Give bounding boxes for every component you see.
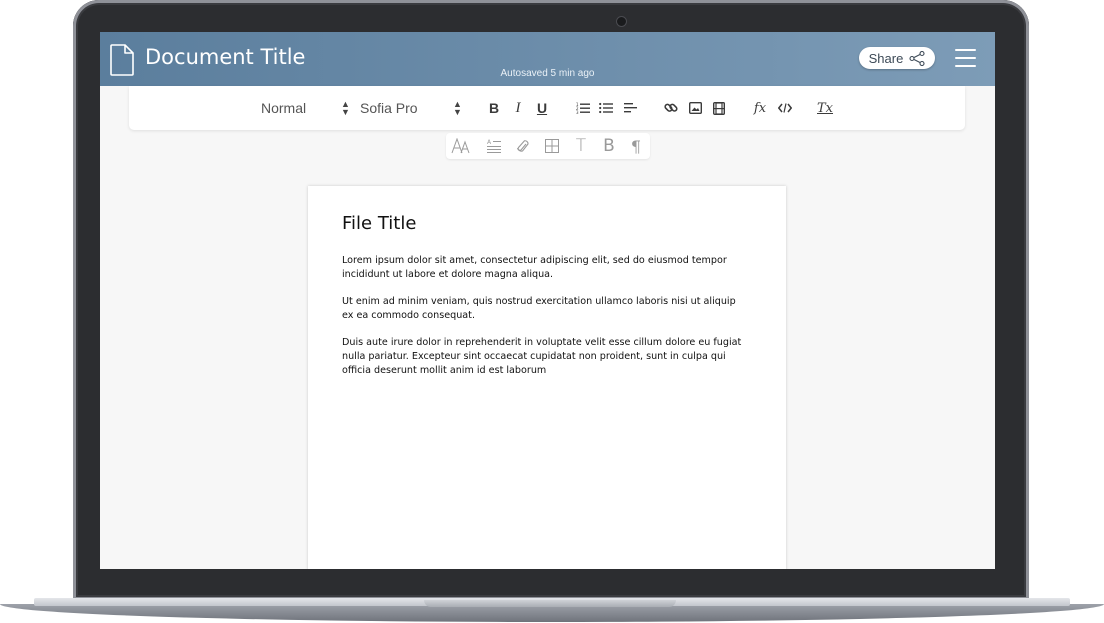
bold-icon[interactable]: B <box>599 136 619 156</box>
share-button[interactable]: Share <box>859 47 935 69</box>
secondary-toolbar: A T B ¶ <box>446 133 650 159</box>
bullet-list-icon[interactable] <box>598 99 614 117</box>
share-label: Share <box>868 50 904 66</box>
underline-button[interactable]: U <box>534 99 550 117</box>
share-icon <box>909 50 925 66</box>
app-header: Document Title Autosaved 5 min ago Share <box>100 32 995 86</box>
camera <box>616 16 627 27</box>
menu-line <box>955 57 976 59</box>
ordered-list-icon[interactable]: 123 <box>575 99 591 117</box>
autosave-status: Autosaved 5 min ago <box>500 68 595 79</box>
italic-button[interactable]: I <box>510 99 526 117</box>
paragraph-icon[interactable]: ¶ <box>626 137 646 156</box>
select-arrows-icon: ▲ ▼ <box>453 99 462 117</box>
style-select[interactable]: Normal ▲ ▼ <box>261 99 361 117</box>
attachment-icon[interactable] <box>513 137 533 155</box>
hamburger-icon[interactable] <box>955 49 976 67</box>
bold-button[interactable]: B <box>486 99 502 117</box>
font-icon[interactable] <box>451 137 471 155</box>
menu-line <box>955 65 976 67</box>
laptop-base-notch <box>424 600 676 607</box>
clear-format-icon[interactable]: Tx <box>817 99 833 117</box>
screen: Document Title Autosaved 5 min ago Share… <box>100 32 995 569</box>
paragraph[interactable]: Duis aute irure dolor in reprehenderit i… <box>342 336 747 378</box>
font-select-value: Sofia Pro <box>360 100 418 116</box>
style-select-value: Normal <box>261 100 307 116</box>
svg-text:3: 3 <box>576 110 579 114</box>
link-icon[interactable] <box>663 99 679 117</box>
document-icon <box>110 44 134 76</box>
image-icon[interactable] <box>687 99 703 117</box>
text-style-icon[interactable]: A <box>484 137 504 155</box>
file-title[interactable]: File Title <box>342 213 416 234</box>
svg-text:A: A <box>487 139 492 146</box>
paragraph[interactable]: Lorem ipsum dolor sit amet, consectetur … <box>342 254 747 282</box>
code-icon[interactable] <box>777 99 793 117</box>
menu-line <box>955 49 976 51</box>
table-icon[interactable] <box>542 137 562 155</box>
align-left-icon[interactable] <box>622 99 638 117</box>
video-icon[interactable] <box>711 99 727 117</box>
formula-icon[interactable]: fx <box>752 99 768 117</box>
formatting-toolbar: Normal ▲ ▼ Sofia Pro ▲ ▼ B I U 123 fx Tx <box>129 86 965 130</box>
document-title[interactable]: Document Title <box>145 45 305 69</box>
font-select[interactable]: Sofia Pro ▲ ▼ <box>360 99 468 117</box>
text-icon[interactable]: T <box>571 136 591 156</box>
select-arrows-icon: ▲ ▼ <box>341 99 350 117</box>
laptop-base <box>0 598 1104 623</box>
document-page[interactable]: File Title Lorem ipsum dolor sit amet, c… <box>308 186 786 569</box>
paragraph[interactable]: Ut enim ad minim veniam, quis nostrud ex… <box>342 295 747 323</box>
